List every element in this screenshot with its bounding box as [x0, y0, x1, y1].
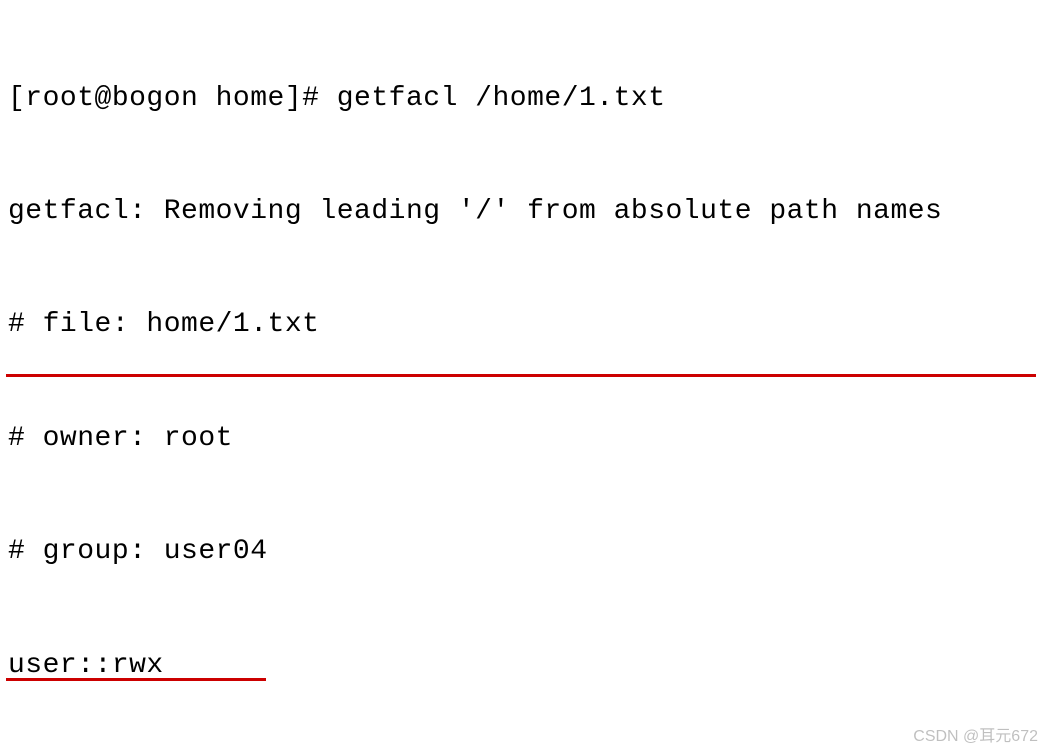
- watermark: CSDN @耳元672: [913, 726, 1038, 748]
- annotation-underline: [6, 374, 1036, 377]
- terminal-line: # file: home/1.txt: [8, 306, 1042, 344]
- terminal-line: # group: user04: [8, 533, 1042, 571]
- terminal-line: getfacl: Removing leading '/' from absol…: [8, 193, 1042, 231]
- terminal-line: [root@bogon home]# getfacl /home/1.txt: [8, 80, 1042, 118]
- terminal-output: [root@bogon home]# getfacl /home/1.txt g…: [0, 0, 1050, 754]
- terminal-line: # owner: root: [8, 420, 1042, 458]
- annotation-underline: [6, 678, 266, 681]
